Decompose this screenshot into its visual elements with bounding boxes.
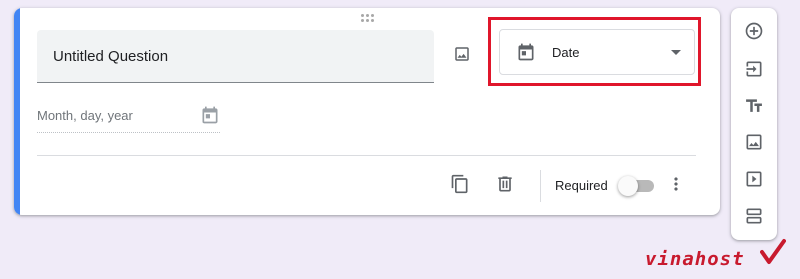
import-icon — [746, 61, 762, 77]
floating-toolbar — [731, 8, 777, 240]
add-video-button[interactable] — [742, 167, 766, 191]
date-placeholder: Month, day, year — [37, 108, 133, 123]
image-icon — [455, 47, 469, 61]
import-questions-button[interactable] — [742, 57, 766, 81]
question-title-field[interactable]: Untitled Question — [37, 30, 434, 83]
required-toggle[interactable] — [618, 176, 654, 196]
question-title-text: Untitled Question — [53, 48, 169, 65]
text-fields-icon — [746, 99, 762, 112]
brand-watermark: vinahost — [645, 248, 745, 270]
section-icon — [746, 208, 762, 224]
add-section-button[interactable] — [742, 204, 766, 228]
video-icon — [746, 171, 762, 187]
add-circle-icon — [745, 22, 763, 40]
delete-button[interactable] — [493, 172, 517, 196]
copy-icon — [451, 174, 468, 194]
add-title-button[interactable] — [742, 94, 766, 118]
calendar-icon — [202, 106, 218, 124]
duplicate-button[interactable] — [448, 172, 472, 196]
trash-icon — [498, 176, 512, 192]
required-label: Required — [555, 178, 608, 193]
toggle-thumb — [618, 176, 638, 196]
drag-handle-icon[interactable] — [361, 14, 377, 24]
image-icon — [746, 134, 762, 150]
date-answer-field: Month, day, year — [37, 103, 220, 133]
add-image-tool-button[interactable] — [742, 130, 766, 154]
active-card-accent — [14, 8, 20, 215]
footer-divider — [37, 155, 696, 156]
add-question-button[interactable] — [742, 19, 766, 43]
type-dropdown-highlight — [488, 17, 701, 86]
add-image-button[interactable] — [450, 42, 474, 66]
more-options-button[interactable] — [664, 172, 688, 196]
more-vert-icon — [674, 177, 678, 191]
footer-separator — [540, 170, 541, 202]
check-logo-icon — [760, 239, 786, 264]
